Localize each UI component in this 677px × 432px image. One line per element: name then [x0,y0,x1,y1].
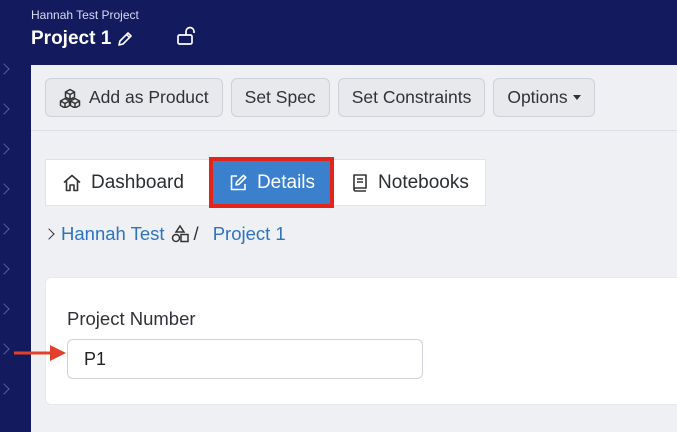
options-label: Options [507,87,568,107]
add-as-product-button[interactable]: Add as Product [45,78,223,117]
set-spec-button[interactable]: Set Spec [230,78,330,117]
tab-notebooks[interactable]: Notebooks [335,160,485,205]
chevron-right-icon[interactable] [0,63,10,75]
book-icon [351,173,369,193]
tab-details-label: Details [256,171,316,193]
page-title: Project 1 [31,28,112,49]
breadcrumb-current-link[interactable]: Project 1 [213,223,286,245]
tab-bar: Dashboard Details Notebooks [45,157,486,208]
tab-details[interactable]: Details [208,157,335,208]
toolbar: Add as Product Set Spec Set Constraints … [31,65,677,131]
tab-notebooks-label: Notebooks [378,171,469,193]
chevron-right-icon[interactable] [0,263,10,275]
unlock-icon[interactable] [176,26,196,51]
pencil-icon[interactable] [117,31,133,47]
chevron-right-icon[interactable] [0,183,10,195]
set-constraints-button[interactable]: Set Constraints [337,78,486,117]
edit-icon [228,173,248,193]
options-dropdown-button[interactable]: Options [493,78,595,117]
details-card: Project Number [45,277,677,405]
project-number-label: Project Number [67,308,196,329]
chevron-right-icon[interactable] [0,343,10,355]
project-subtitle: Hannah Test Project [31,8,139,22]
chevron-right-icon[interactable] [0,143,10,155]
main-panel: Add as Product Set Spec Set Constraints … [31,65,677,432]
breadcrumb-separator: / [193,223,199,244]
home-icon [62,173,82,193]
caret-down-icon [572,95,581,100]
chevron-right-icon[interactable] [0,383,10,395]
chevron-right-icon[interactable] [0,103,10,115]
breadcrumb-parent-link[interactable]: Hannah Test [61,223,165,245]
annotation-arrow-icon [12,342,68,369]
breadcrumb: Hannah Test / Project 1 [43,223,286,245]
tab-dashboard-label: Dashboard [91,171,184,193]
tab-dashboard[interactable]: Dashboard [46,160,200,205]
project-header: Hannah Test Project Project 1 [31,6,139,50]
chevron-right-icon[interactable] [0,223,10,235]
chevron-right-icon[interactable] [0,303,10,315]
cubes-icon [59,88,81,108]
project-number-input[interactable] [67,339,423,379]
add-as-product-label: Add as Product [89,87,209,107]
chevron-right-icon[interactable] [43,228,55,240]
shapes-icon [170,224,190,244]
